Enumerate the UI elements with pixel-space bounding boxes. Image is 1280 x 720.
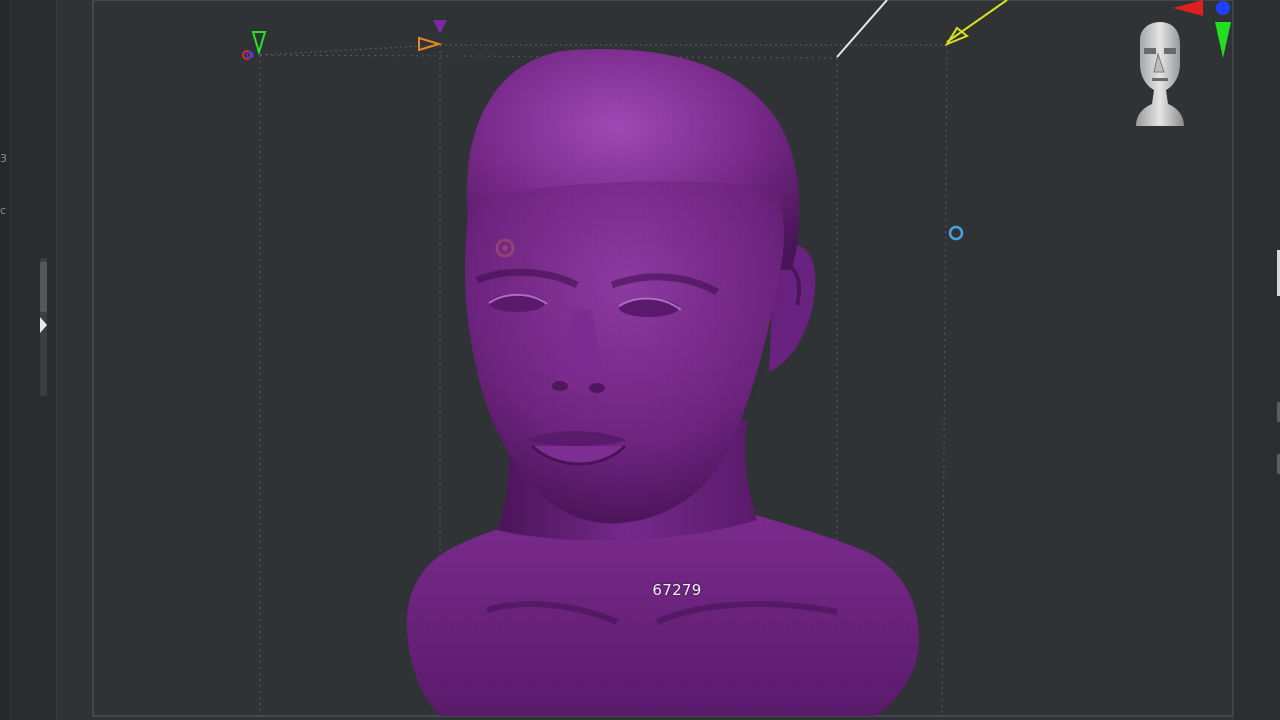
left-panel-edge [0, 0, 11, 720]
right-tool-shelf [1233, 0, 1280, 720]
left-shelf-label-fragment: c [0, 204, 7, 217]
sculpted-head-model[interactable] [406, 49, 919, 716]
sculpt-app: 3 c 67279 [0, 0, 1280, 720]
light-direction-indicator [836, 0, 1008, 58]
axis-marker-topcenter [418, 20, 447, 52]
poly-count-label: 67279 [652, 581, 702, 599]
left-shelf-label-fragment: 3 [0, 152, 7, 165]
shelf-scrollbar-thumb[interactable] [40, 262, 47, 312]
transpose-point-icon[interactable] [948, 225, 964, 241]
viewport-canvas[interactable] [57, 0, 1234, 720]
collapse-arrow-icon[interactable] [38, 316, 48, 334]
3d-viewport[interactable]: 67279 [57, 0, 1234, 720]
navigation-head-icon[interactable] [1126, 20, 1190, 128]
left-tool-shelf: 3 c [0, 0, 57, 720]
